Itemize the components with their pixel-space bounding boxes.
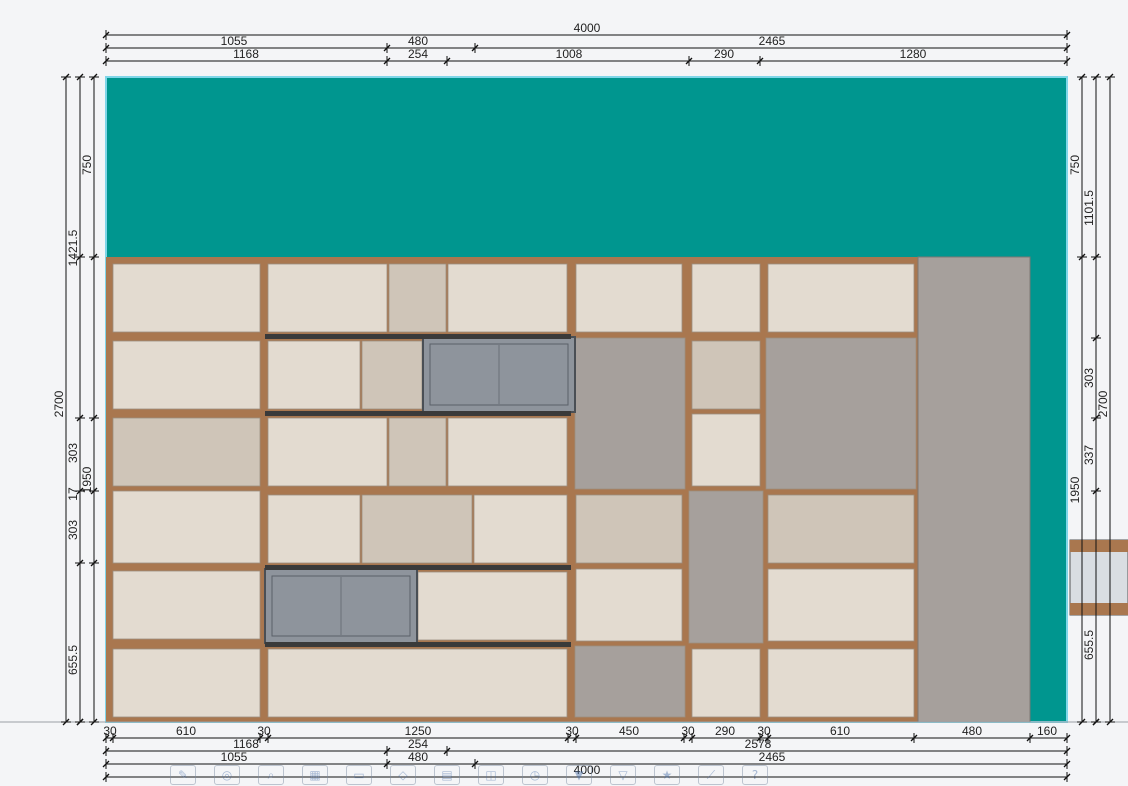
cabinet-panel <box>112 417 261 487</box>
view-side-icon[interactable]: ◫ <box>478 765 504 785</box>
view-front-icon[interactable]: ▤ <box>434 765 460 785</box>
cabinet-panel <box>267 340 361 410</box>
dark-shelf <box>265 334 571 339</box>
cabinet-panel <box>691 263 761 333</box>
cabinet-panel <box>767 648 915 718</box>
dimension-label: 1250 <box>405 724 432 738</box>
dimension-label: 655.5 <box>66 645 80 675</box>
dimension-label: 1055 <box>221 34 248 48</box>
dimension-label: 1055 <box>221 750 248 764</box>
dimension-label: 1168 <box>233 737 259 751</box>
cabinet-panel <box>112 490 261 564</box>
filter-alt-icon[interactable]: ▽ <box>610 765 636 785</box>
dimension-label: 1421.5 <box>66 229 80 266</box>
dimension-label: 254 <box>408 47 428 61</box>
cabinet-panel <box>575 494 683 564</box>
cabinet-panel <box>447 417 568 487</box>
clock-icon[interactable]: ◷ <box>522 765 548 785</box>
tall-panel <box>917 256 1031 723</box>
dimension-label: 4000 <box>574 21 601 35</box>
dimension-label: 1950 <box>1068 476 1082 503</box>
dimension-label: 337 <box>1082 445 1096 465</box>
dimension-label: 290 <box>714 47 734 61</box>
cabinet-panel <box>267 263 388 333</box>
dimension-label: 480 <box>962 724 982 738</box>
dimension-label: 30 <box>257 724 271 738</box>
zoom-icon[interactable]: ⌕ <box>258 765 284 785</box>
star-icon[interactable]: ★ <box>654 765 680 785</box>
cabinet-panel <box>691 413 761 487</box>
cabinet-panel <box>267 494 361 564</box>
dimension-label: 290 <box>715 724 735 738</box>
dimension-label: 2700 <box>1096 390 1110 417</box>
cabinet-panel <box>388 263 447 333</box>
dimension-label: 2700 <box>52 390 66 417</box>
cabinet-panel <box>447 263 568 333</box>
globe-icon[interactable]: ◎ <box>214 765 240 785</box>
dimension-label: 1008 <box>556 47 583 61</box>
cabinet-panel <box>575 568 683 642</box>
cabinet-panel <box>112 570 261 640</box>
cabinet-panel <box>767 263 915 333</box>
dimension-label: 303 <box>1082 368 1096 388</box>
cabinet-panel <box>388 417 447 487</box>
dimension-label: 2465 <box>759 750 786 764</box>
cabinet-panel <box>691 340 761 410</box>
dimension-label: 303 <box>66 443 80 463</box>
cabinet-panel <box>361 494 473 564</box>
dimension-label: 254 <box>408 737 428 751</box>
cabinet-panel <box>767 494 915 564</box>
cabinet-panel <box>691 648 761 718</box>
dark-shelf <box>265 642 571 647</box>
dimension-label: 750 <box>80 155 94 175</box>
dimension-label: 1280 <box>900 47 927 61</box>
dimension-label: 480 <box>408 34 428 48</box>
cabinet-panel <box>765 337 917 490</box>
dimension-label: 1168 <box>233 47 259 61</box>
dimension-label: 303 <box>66 520 80 540</box>
dimension-label: 30 <box>757 724 771 738</box>
side-detail-top <box>1070 540 1128 552</box>
dimension-label: 160 <box>1037 724 1057 738</box>
pencil-icon[interactable]: ✎ <box>170 765 196 785</box>
wand-icon[interactable]: ⟋ <box>698 765 724 785</box>
help-icon[interactable]: ? <box>742 765 768 785</box>
dimension-label: 30 <box>681 724 695 738</box>
box-icon[interactable]: ◇ <box>390 765 416 785</box>
dimension-label: 30 <box>103 724 117 738</box>
cabinet-panel <box>417 571 568 641</box>
dimension-label: 1101.5 <box>1082 190 1096 226</box>
cabinet-panel <box>473 494 568 564</box>
dark-shelf <box>265 411 571 416</box>
cabinet-panel <box>688 490 764 644</box>
cabinet-panel <box>112 263 261 333</box>
grid-icon[interactable]: ▦ <box>302 765 328 785</box>
dark-shelf <box>265 565 571 570</box>
cabinet-panel <box>361 340 423 410</box>
dimension-label: 655.5 <box>1082 630 1096 660</box>
cabinet-panel <box>767 568 915 642</box>
cabinet-panel <box>575 263 683 333</box>
elevation-drawing: 4000 1055 480 2465 1168 254 1008 290 1280 30 610 30… <box>0 21 1128 782</box>
dimension-label: 17 <box>66 487 80 501</box>
cabinet-panel <box>112 340 261 410</box>
cabinet-panel <box>267 417 388 487</box>
dimension-label: 2578 <box>745 737 772 751</box>
cabinet-panel <box>574 645 686 718</box>
cabinet-panel <box>112 648 261 718</box>
door-icon[interactable]: ▭ <box>346 765 372 785</box>
dimension-label: 610 <box>176 724 196 738</box>
dimension-label: 30 <box>565 724 579 738</box>
cabinet-panel <box>267 648 568 718</box>
cabinet-panel <box>574 337 686 490</box>
dimension-label: 450 <box>619 724 639 738</box>
side-detail-bottom <box>1070 603 1128 615</box>
filter-icon[interactable]: ▼ <box>566 765 592 785</box>
dimension-label: 610 <box>830 724 850 738</box>
bottom-toolbar: ✎ ◎ ⌕ ▦ ▭ ◇ ▤ ◫ ◷ ▼ ▽ ★ ⟋? <box>170 764 1030 786</box>
dimension-label: 480 <box>408 750 428 764</box>
dimension-label: 750 <box>1068 155 1082 175</box>
dimension-label: 2465 <box>759 34 786 48</box>
